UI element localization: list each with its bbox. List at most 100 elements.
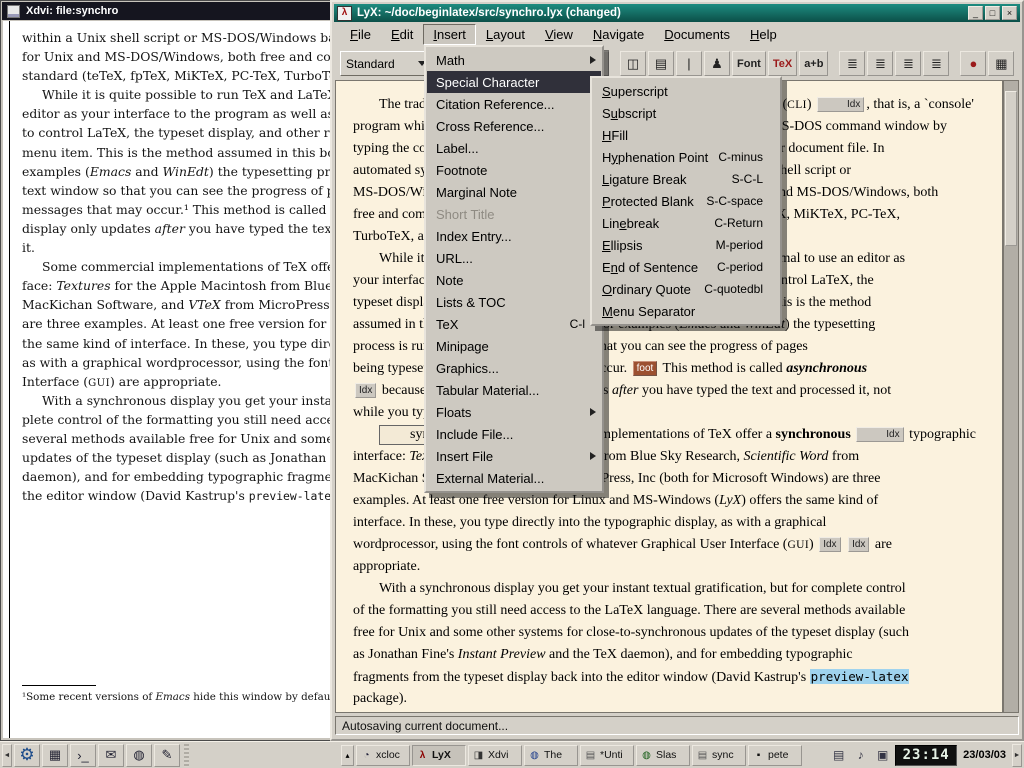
maximize-button[interactable]: □: [985, 6, 1000, 20]
index-inset-badge[interactable]: Idx: [848, 537, 869, 552]
tex-mode-button[interactable]: TeX: [768, 51, 797, 76]
paste-page-button[interactable]: ▤: [648, 51, 674, 76]
taskbar-window-lyx[interactable]: λLyX: [412, 745, 466, 766]
taskbar-window-unti[interactable]: ▤*Unti: [580, 745, 634, 766]
xdvi-page-canvas[interactable]: within a Unix shell script or MS-DOS/Win…: [3, 21, 332, 738]
insert-menu-item-graphics[interactable]: Graphics...: [427, 357, 601, 379]
task-window-label: Slas: [656, 749, 676, 761]
index-inset-badge[interactable]: Idx: [817, 97, 864, 112]
table-button[interactable]: ▦: [988, 51, 1014, 76]
taskbar-window-the[interactable]: ◍The: [524, 745, 578, 766]
special-character-item-protected-blank[interactable]: Protected BlankS-C-space: [593, 190, 779, 212]
taskbar-window-pete[interactable]: ▪pete: [748, 745, 802, 766]
menubar-item-help[interactable]: Help: [740, 24, 787, 45]
insert-menu-item-label[interactable]: Label...: [427, 137, 601, 159]
document-scrollbar[interactable]: [1003, 80, 1019, 713]
taskbar-window-xdvi[interactable]: ◨Xdvi: [468, 745, 522, 766]
menubar-item-navigate[interactable]: Navigate: [583, 24, 654, 45]
task-window-label: LyX: [432, 749, 451, 761]
note-button[interactable]: ●: [960, 51, 986, 76]
text-run: With a synchronous display you get your …: [42, 393, 332, 408]
font-button[interactable]: Font: [732, 51, 766, 76]
insert-menu-item-index-entry[interactable]: Index Entry...: [427, 225, 601, 247]
taskbar-window-slas[interactable]: ◍Slas: [636, 745, 690, 766]
float-list-button[interactable]: ≣: [923, 51, 949, 76]
insert-menu-item-footnote[interactable]: Footnote: [427, 159, 601, 181]
text-line: standard (teTeX, fpTeX, MiKTeX, PC-TeX, …: [22, 66, 332, 85]
special-character-item-ordinary-quote[interactable]: Ordinary QuoteC-quotedbl: [593, 278, 779, 300]
window-list-arrow-button[interactable]: ▴: [341, 745, 354, 766]
menubar-item-documents[interactable]: Documents: [654, 24, 740, 45]
xdvi-titlebar[interactable]: Xdvi: file:synchro: [2, 2, 332, 20]
menubar-item-file[interactable]: File: [340, 24, 381, 45]
minimize-button[interactable]: _: [968, 6, 983, 20]
panel-handle[interactable]: [184, 744, 189, 767]
insert-menu-item-insert-file[interactable]: Insert File: [427, 445, 601, 467]
monitor-icon[interactable]: ▣: [872, 745, 893, 766]
copy-page-button[interactable]: ◫: [620, 51, 646, 76]
special-character-item-menu-separator[interactable]: Menu Separator: [593, 300, 779, 322]
special-character-item-hfill[interactable]: HFill: [593, 124, 779, 146]
show-desktop-button[interactable]: ▦: [42, 744, 68, 767]
special-character-item-end-of-sentence[interactable]: End of SentenceC-period: [593, 256, 779, 278]
klipper-icon[interactable]: ▤: [828, 745, 849, 766]
special-character-item-subscript[interactable]: Subscript: [593, 102, 779, 124]
taskbar-window-list: ▴ ◔xclocλLyX◨Xdvi◍The ▤*Unti◍Slas▤sync▪p…: [341, 745, 802, 766]
footnote-inset-badge[interactable]: foot: [633, 361, 658, 376]
depth-decrement-button[interactable]: ≣: [867, 51, 893, 76]
panel-hide-left-button[interactable]: ◄: [2, 744, 12, 767]
insert-menu-item-external-material[interactable]: External Material...: [427, 467, 601, 489]
insert-menu-item-minipage[interactable]: Minipage: [427, 335, 601, 357]
insert-menu-item-tabular-material[interactable]: Tabular Material...: [427, 379, 601, 401]
insert-menu-item-citation-reference[interactable]: Citation Reference...: [427, 93, 601, 115]
noun-button[interactable]: ♟: [704, 51, 730, 76]
menubar-item-view[interactable]: View: [535, 24, 583, 45]
insert-menu-item-tex[interactable]: TeXC-l: [427, 313, 601, 335]
special-character-item-linebreak[interactable]: LinebreakC-Return: [593, 212, 779, 234]
insert-menu-item-include-file[interactable]: Include File...: [427, 423, 601, 445]
index-inset-badge[interactable]: Idx: [819, 537, 840, 552]
index-inset-badge[interactable]: Idx: [856, 427, 903, 442]
text-run: CLI: [787, 99, 807, 111]
k-menu-button[interactable]: ⚙: [14, 744, 40, 767]
close-button[interactable]: ×: [1002, 6, 1017, 20]
insert-menu-item-lists-toc[interactable]: Lists & TOC: [427, 291, 601, 313]
special-character-item-hyphenation-point[interactable]: Hyphenation PointC-minus: [593, 146, 779, 168]
taskbar-window-sync[interactable]: ▤sync: [692, 745, 746, 766]
kmix-icon[interactable]: ♪: [850, 745, 871, 766]
editor-button[interactable]: ✎: [154, 744, 180, 767]
lcd-clock[interactable]: 23:14: [895, 745, 957, 766]
menu-item-label: HFill: [602, 128, 628, 143]
insert-menu-item-special-character[interactable]: Special Character: [427, 71, 601, 93]
insert-menu-item-cross-reference[interactable]: Cross Reference...: [427, 115, 601, 137]
special-character-item-ligature-break[interactable]: Ligature BreakS-C-L: [593, 168, 779, 190]
menu-item-label: Floats: [436, 405, 471, 420]
paragraph-style-combo[interactable]: Standard: [340, 51, 432, 76]
konqueror-button[interactable]: ◍: [126, 744, 152, 767]
depth-increment-button[interactable]: ≣: [839, 51, 865, 76]
menubar-item-insert[interactable]: Insert: [423, 24, 476, 45]
special-character-item-superscript[interactable]: Superscript: [593, 80, 779, 102]
taskbar-window-xcloc[interactable]: ◔xcloc: [356, 745, 410, 766]
math-mode-button[interactable]: a+b: [799, 51, 828, 76]
panel-hide-right-button[interactable]: ►: [1012, 744, 1022, 767]
text-line: plete control of the formatting you stil…: [22, 410, 332, 429]
text-run: GUI: [88, 378, 110, 389]
toc-list-button[interactable]: ≣: [895, 51, 921, 76]
insert-menu-item-marginal-note[interactable]: Marginal Note: [427, 181, 601, 203]
index-inset-badge[interactable]: Idx: [355, 383, 376, 398]
insert-menu-item-url[interactable]: URL...: [427, 247, 601, 269]
clock-date: 23/03/03: [959, 749, 1010, 761]
menubar-item-edit[interactable]: Edit: [381, 24, 423, 45]
kmail-button[interactable]: ✉: [98, 744, 124, 767]
menubar-item-layout[interactable]: Layout: [476, 24, 535, 45]
konsole-button[interactable]: ›_: [70, 744, 96, 767]
submenu-arrow-icon: [590, 56, 596, 64]
insert-menu-item-note[interactable]: Note: [427, 269, 601, 291]
scrollbar-thumb[interactable]: [1005, 91, 1017, 246]
special-character-item-ellipsis[interactable]: EllipsisM-period: [593, 234, 779, 256]
text-cursor-button[interactable]: |: [676, 51, 702, 76]
insert-menu-item-math[interactable]: Math: [427, 49, 601, 71]
insert-menu-item-floats[interactable]: Floats: [427, 401, 601, 423]
lyx-titlebar[interactable]: λ LyX: ~/doc/beginlatex/src/synchro.lyx …: [334, 4, 1020, 22]
